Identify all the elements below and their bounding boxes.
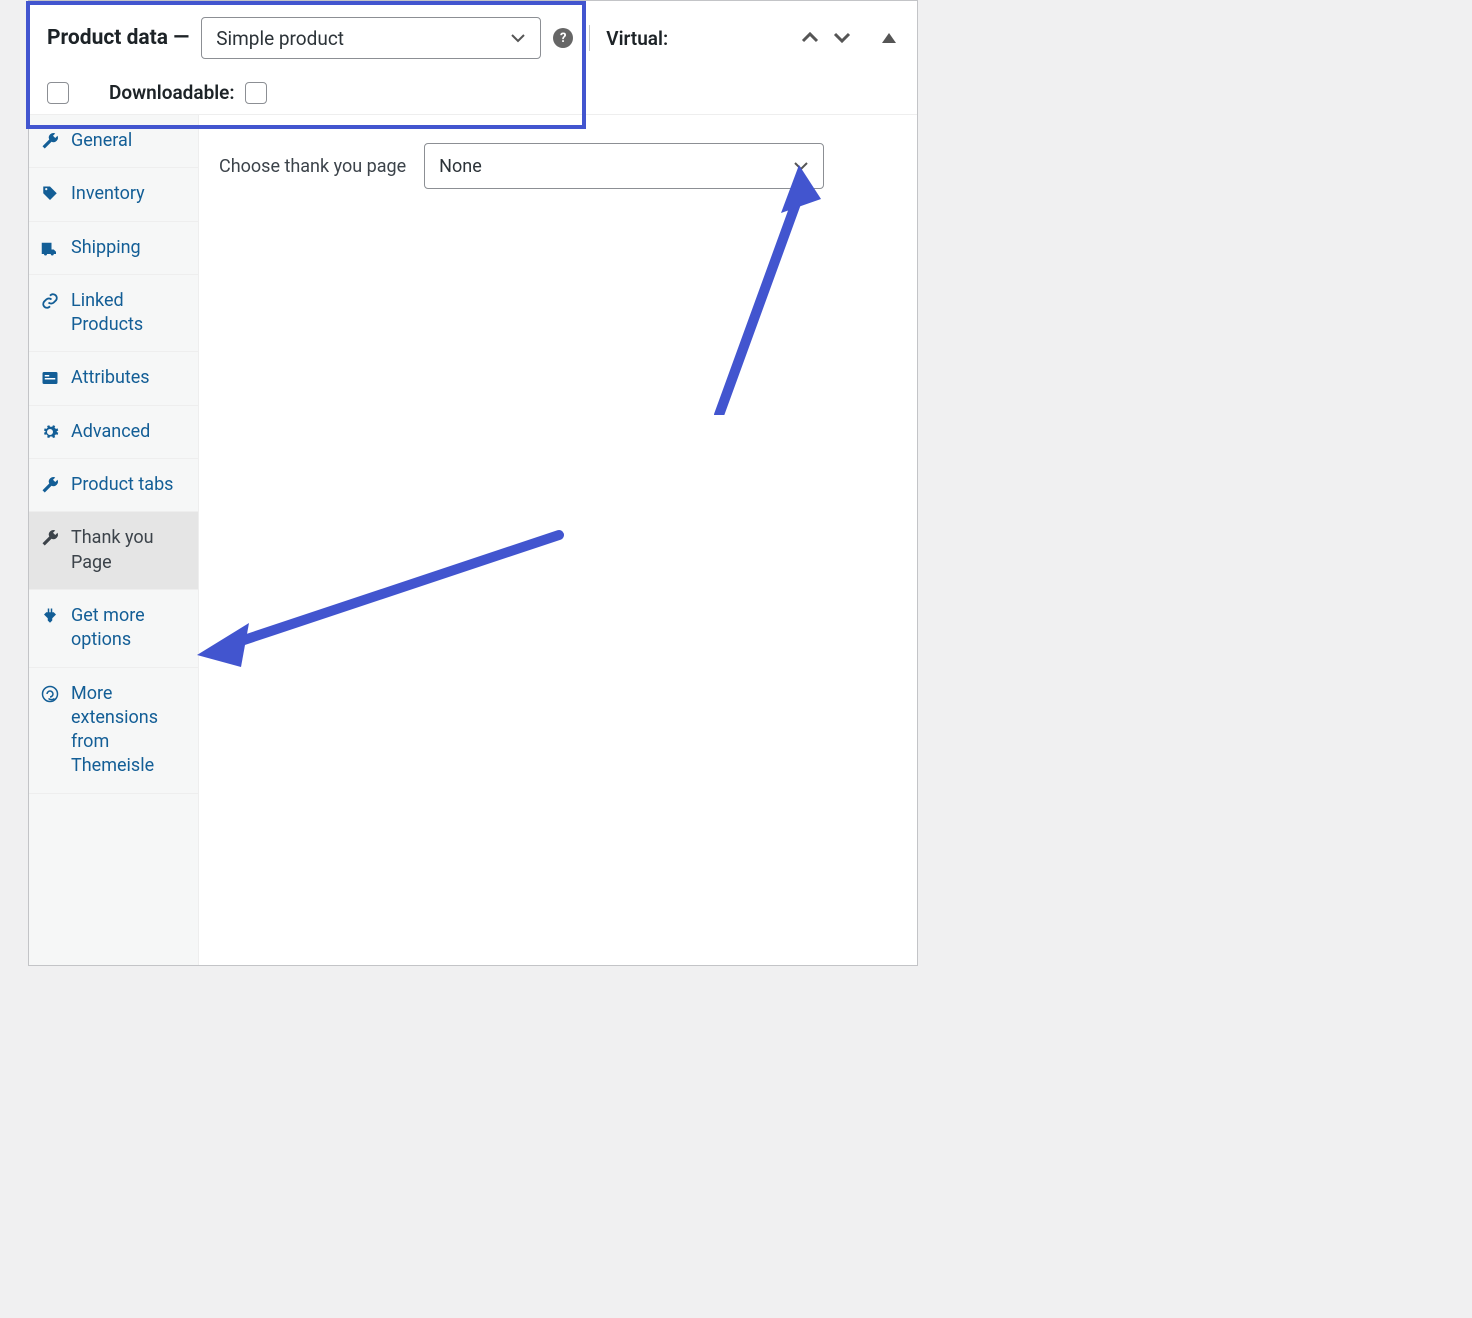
- virtual-checkbox[interactable]: [47, 82, 69, 104]
- downloadable-checkbox[interactable]: [245, 82, 267, 104]
- tab-content: Choose thank you page None: [199, 115, 917, 965]
- product-data-panel: Product data — Simple product ? Virtual:…: [28, 0, 918, 966]
- wrench-icon: [41, 529, 59, 547]
- tab-linked-products[interactable]: Linked Products: [29, 275, 198, 353]
- collapse-icon[interactable]: [881, 32, 897, 44]
- tab-label: Shipping: [71, 236, 186, 260]
- panel-controls: [799, 31, 897, 45]
- wrench-icon: [41, 132, 59, 150]
- select-value: None: [439, 156, 482, 177]
- annotation-arrow-icon: [179, 515, 579, 695]
- downloadable-label: Downloadable:: [109, 81, 235, 104]
- help-icon[interactable]: ?: [553, 28, 573, 48]
- tab-more-extensions[interactable]: More extensions from Themeisle: [29, 668, 198, 794]
- tab-get-more-options[interactable]: Get more options: [29, 590, 198, 668]
- themeisle-icon: [41, 685, 59, 703]
- tab-label: General: [71, 129, 186, 153]
- field-label: Choose thank you page: [219, 156, 406, 177]
- plug-icon: [41, 607, 59, 625]
- tab-label: Thank you Page: [71, 526, 186, 575]
- tab-label: More extensions from Themeisle: [71, 682, 186, 779]
- product-type-dropdown[interactable]: Simple product: [201, 17, 541, 59]
- tab-product-tabs[interactable]: Product tabs: [29, 459, 198, 512]
- checkbox-row: Downloadable:: [47, 81, 897, 104]
- chevron-down-icon: [510, 33, 526, 43]
- product-type-value: Simple product: [216, 27, 344, 50]
- gear-icon: [41, 423, 59, 441]
- move-down-icon[interactable]: [831, 31, 853, 45]
- truck-icon: [41, 239, 59, 257]
- tab-label: Linked Products: [71, 289, 186, 338]
- tab-advanced[interactable]: Advanced: [29, 406, 198, 459]
- panel-title: Product data —: [47, 26, 189, 50]
- tab-label: Advanced: [71, 420, 186, 444]
- tab-label: Attributes: [71, 366, 186, 390]
- tab-label: Inventory: [71, 182, 186, 206]
- tab-label: Get more options: [71, 604, 186, 653]
- annotation-arrow-icon: [669, 155, 849, 415]
- panel-header: Product data — Simple product ? Virtual:…: [29, 1, 917, 114]
- tab-shipping[interactable]: Shipping: [29, 222, 198, 275]
- wrench-icon: [41, 476, 59, 494]
- tab-inventory[interactable]: Inventory: [29, 168, 198, 221]
- tab-attributes[interactable]: Attributes: [29, 352, 198, 405]
- separator: [589, 25, 590, 51]
- panel-body: General Inventory Shipping Linked Produc…: [29, 114, 917, 965]
- tag-icon: [41, 185, 59, 203]
- thank-you-page-dropdown[interactable]: None: [424, 143, 824, 189]
- chevron-down-icon: [793, 161, 809, 171]
- thank-you-field-row: Choose thank you page None: [219, 143, 897, 189]
- virtual-label: Virtual:: [606, 27, 668, 50]
- move-up-icon[interactable]: [799, 31, 821, 45]
- tab-label: Product tabs: [71, 473, 186, 497]
- product-data-tabs: General Inventory Shipping Linked Produc…: [29, 115, 199, 965]
- link-icon: [41, 292, 59, 310]
- list-icon: [41, 369, 59, 387]
- tab-general[interactable]: General: [29, 115, 198, 168]
- tab-thank-you-page[interactable]: Thank you Page: [29, 512, 198, 590]
